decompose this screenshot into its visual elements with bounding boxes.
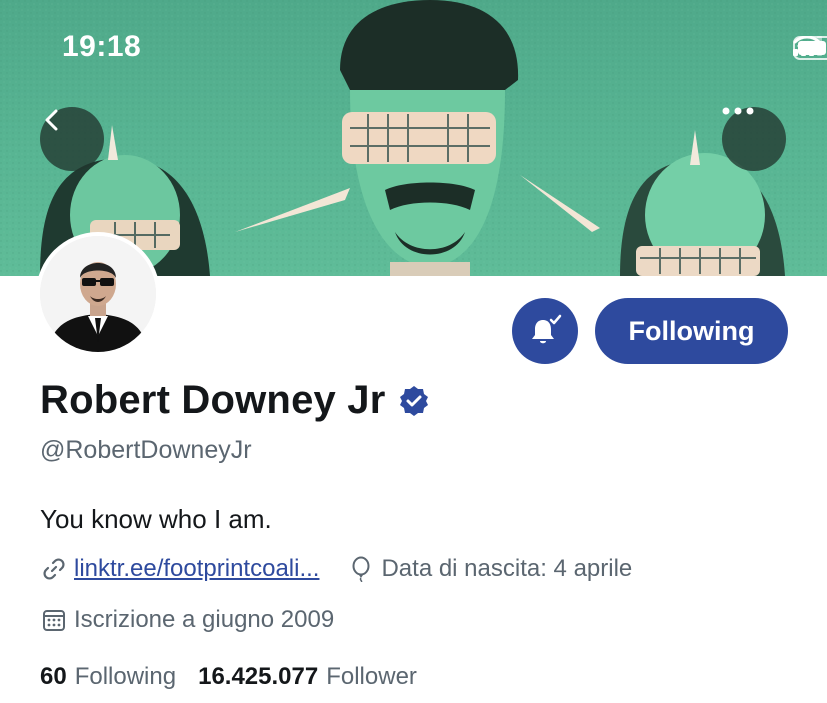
birthday-text: Data di nascita: 4 aprile — [381, 555, 633, 582]
back-button[interactable] — [40, 107, 104, 171]
avatar-photo — [40, 236, 156, 352]
bio-text: You know who I am. — [40, 504, 272, 534]
profile-joined-row: Iscrizione a giugno 2009 — [40, 606, 334, 634]
following-button[interactable]: Following — [595, 298, 788, 364]
follow-stats: 60 Following 16.425.077 Follower — [40, 663, 439, 691]
calendar-icon — [40, 606, 68, 634]
following-count-link[interactable]: 60 Following — [40, 663, 176, 691]
profile-avatar[interactable] — [36, 232, 160, 356]
followers-count: 16.425.077 — [198, 663, 319, 690]
notifications-button[interactable] — [512, 298, 578, 364]
link-icon — [40, 555, 68, 583]
joined-date: Iscrizione a giugno 2009 — [74, 606, 335, 633]
following-label: Following — [74, 663, 177, 690]
status-time: 19:18 — [62, 30, 142, 63]
profile-banner[interactable]: 19:18 — [0, 0, 827, 276]
username: @RobertDowneyJr — [40, 436, 252, 464]
followers-label: Follower — [326, 663, 417, 690]
following-count: 60 — [40, 663, 67, 690]
verified-badge-icon — [399, 385, 428, 416]
name-row: Robert Downey Jr — [40, 378, 430, 423]
profile-meta-row: linktr.ee/footprintcoali... Data di nasc… — [40, 555, 632, 583]
followers-count-link[interactable]: 16.425.077 Follower — [198, 663, 417, 691]
bell-check-icon — [532, 314, 562, 344]
more-options-button[interactable] — [722, 107, 786, 171]
battery-icon — [793, 36, 827, 60]
chevron-left-icon — [45, 109, 58, 131]
more-horizontal-icon — [722, 107, 754, 115]
profile-link[interactable]: linktr.ee/footprintcoali... — [74, 555, 319, 583]
display-name: Robert Downey Jr — [40, 378, 386, 422]
balloon-icon — [347, 555, 375, 583]
